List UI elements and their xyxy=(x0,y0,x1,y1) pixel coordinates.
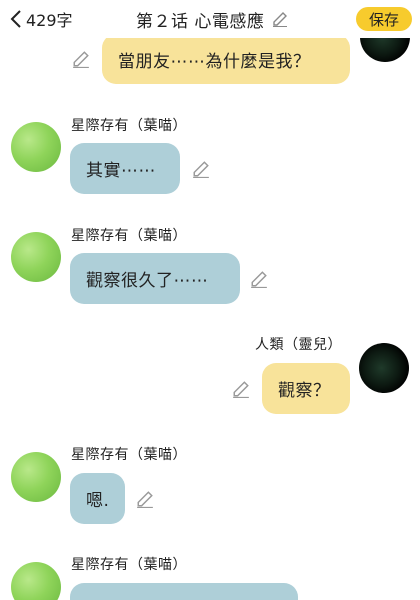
pencil-edit-icon[interactable] xyxy=(232,380,250,398)
sender-name: 星際存有（葉喵） xyxy=(71,118,187,134)
top-bar: 429字 第２话 心電感應 保存 xyxy=(0,0,420,38)
chapter-title: 第２话 心電感應 xyxy=(136,11,265,32)
save-button[interactable]: 保存 xyxy=(356,7,412,31)
message-bubble[interactable]: 觀察很久了⋯⋯ xyxy=(70,253,240,304)
back-button[interactable]: 429字 xyxy=(10,6,73,32)
avatar[interactable] xyxy=(11,562,61,600)
pencil-edit-icon[interactable] xyxy=(72,50,90,68)
pencil-edit-icon[interactable] xyxy=(250,270,268,288)
avatar[interactable] xyxy=(11,232,61,282)
message-bubble[interactable]: 嗯. xyxy=(70,473,125,524)
chapter-title-area[interactable]: 第２话 心電感應 xyxy=(136,6,288,32)
message-bubble[interactable]: 當朋友⋯⋯為什麼是我？ xyxy=(102,34,350,84)
avatar[interactable] xyxy=(11,122,61,172)
word-count: 429字 xyxy=(26,11,73,30)
avatar[interactable] xyxy=(11,452,61,502)
sender-name: 星際存有（葉喵） xyxy=(71,447,187,463)
chevron-left-icon xyxy=(10,10,21,28)
avatar[interactable] xyxy=(359,343,409,393)
sender-name: 星際存有（葉喵） xyxy=(71,557,187,573)
message-bubble[interactable] xyxy=(70,583,298,600)
pencil-edit-icon[interactable] xyxy=(192,160,210,178)
message-bubble[interactable]: 其實⋯⋯ xyxy=(70,143,180,194)
sender-name: 人類（靈兒） xyxy=(255,337,342,353)
pencil-edit-icon[interactable] xyxy=(272,11,288,27)
pencil-edit-icon[interactable] xyxy=(136,490,154,508)
sender-name: 星際存有（葉喵） xyxy=(71,228,187,244)
message-bubble[interactable]: 觀察？ xyxy=(262,363,350,414)
